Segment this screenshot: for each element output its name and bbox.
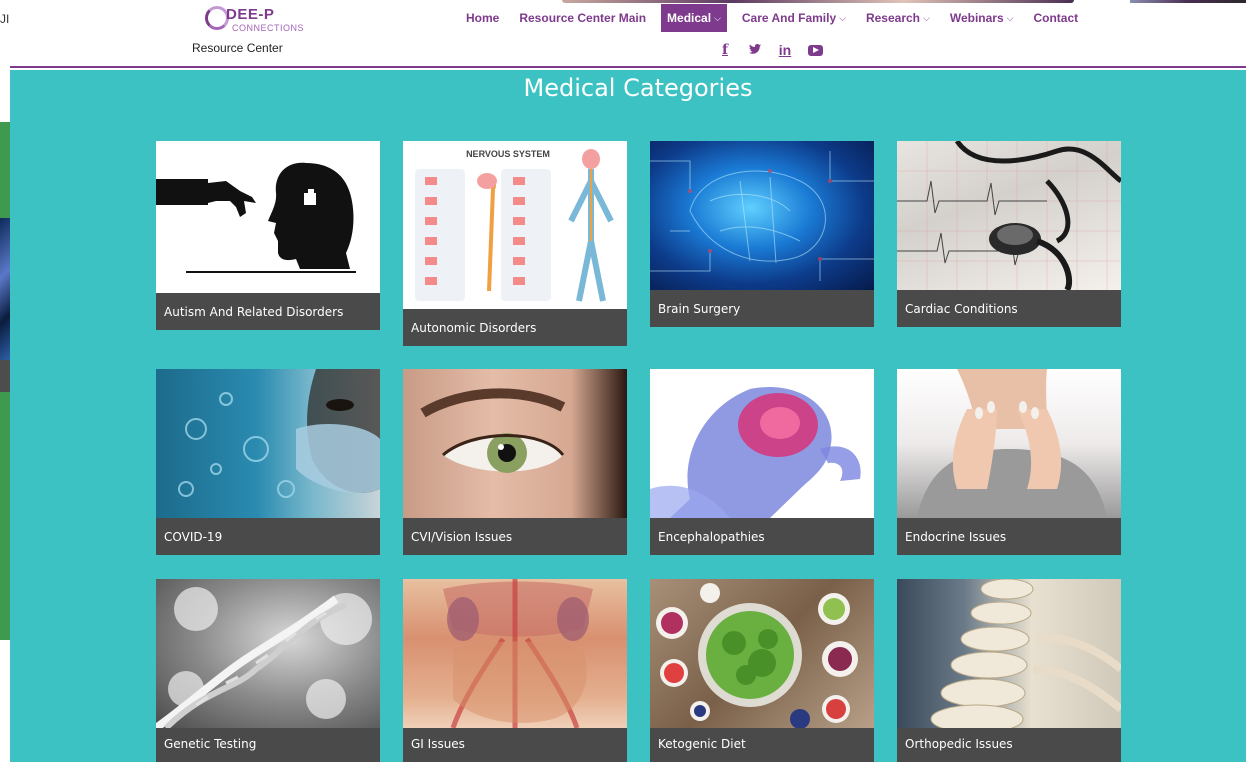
nav-webinars[interactable]: Webinars ⌵ xyxy=(940,4,1024,32)
category-card-ketogenic-diet[interactable]: Ketogenic Diet xyxy=(650,579,874,762)
category-label: Autonomic Disorders xyxy=(411,321,537,335)
nav-care-and-family-label: Care And Family xyxy=(741,11,837,25)
linkedin-icon[interactable]: in xyxy=(770,42,800,58)
category-image xyxy=(403,579,627,729)
category-image: NERVOUS SYSTEM xyxy=(403,141,627,309)
twitter-icon[interactable] xyxy=(740,43,770,57)
category-card-autism[interactable]: Autism And Related Disorders xyxy=(156,141,380,330)
header-banner-image-fragment xyxy=(562,0,1074,3)
chevron-down-icon: ⌵ xyxy=(1006,12,1014,23)
category-image xyxy=(650,369,874,518)
category-label: COVID-19 xyxy=(164,530,223,544)
category-card-endocrine[interactable]: Endocrine Issues xyxy=(897,369,1121,555)
category-image xyxy=(650,579,874,729)
nav-contact[interactable]: Contact xyxy=(1023,4,1088,32)
category-image xyxy=(650,141,874,290)
background-green-block xyxy=(0,122,10,218)
background-image-fragment xyxy=(0,218,10,360)
nav-contact-label: Contact xyxy=(1033,11,1079,25)
category-image xyxy=(403,369,627,518)
category-label: Orthopedic Issues xyxy=(905,737,1013,751)
main-nav: Home Resource Center Main Medical ⌵ Care … xyxy=(456,4,1088,32)
category-label: Brain Surgery xyxy=(658,302,741,316)
category-image xyxy=(156,579,380,732)
site-logo[interactable]: DEE-P CONNECTIONS Resource Center xyxy=(192,2,305,56)
category-label: Genetic Testing xyxy=(164,737,257,751)
category-card-cardiac[interactable]: Cardiac Conditions xyxy=(897,141,1121,327)
nav-resource-center-main[interactable]: Resource Center Main xyxy=(509,4,656,32)
category-card-genetic-testing[interactable]: Genetic Testing xyxy=(156,579,380,762)
category-card-gi-issues[interactable]: GI Issues xyxy=(403,579,627,762)
logo-subtitle: Resource Center xyxy=(192,41,283,55)
category-card-covid[interactable]: COVID-19 xyxy=(156,369,380,555)
nervous-system-caption: NERVOUS SYSTEM xyxy=(466,149,550,159)
category-card-orthopedic[interactable]: Orthopedic Issues xyxy=(897,579,1121,762)
logo-brand-subtext: CONNECTIONS xyxy=(232,23,305,33)
medical-categories-section: Medical Categories Autism And Related Di… xyxy=(10,70,1246,762)
nav-research-label: Research xyxy=(865,11,921,25)
category-label: GI Issues xyxy=(411,737,465,751)
site-header: DEE-P CONNECTIONS Resource Center Home R… xyxy=(10,0,1246,68)
nav-care-and-family[interactable]: Care And Family ⌵ xyxy=(732,4,856,32)
header-banner-image-fragment-right xyxy=(1130,0,1246,3)
category-card-cvi-vision[interactable]: CVI/Vision Issues xyxy=(403,369,627,555)
category-label: Cardiac Conditions xyxy=(905,302,1018,316)
background-green-block-lower xyxy=(0,392,10,640)
background-text-fragment: JI xyxy=(0,12,10,26)
youtube-icon[interactable] xyxy=(800,44,830,56)
category-card-encephalopathies[interactable]: Encephalopathies xyxy=(650,369,874,555)
category-image xyxy=(156,369,380,518)
category-label: Ketogenic Diet xyxy=(658,737,746,751)
category-card-autonomic[interactable]: NERVOUS SYSTEM Autonomic Disorders xyxy=(403,141,627,346)
nav-home[interactable]: Home xyxy=(456,4,509,32)
facebook-icon[interactable]: f xyxy=(710,42,740,58)
category-label: Autism And Related Disorders xyxy=(164,305,344,319)
nav-medical[interactable]: Medical ⌵ xyxy=(661,4,727,32)
chevron-down-icon: ⌵ xyxy=(923,12,930,23)
category-image xyxy=(156,141,380,293)
background-page-strip: JI xyxy=(0,0,10,762)
social-links: f in xyxy=(710,42,830,58)
category-image xyxy=(897,579,1121,734)
category-label: Endocrine Issues xyxy=(905,530,1007,544)
logo-brand-text: DEE-P xyxy=(226,6,275,23)
nav-webinars-label: Webinars xyxy=(949,11,1004,25)
nav-medical-label: Medical xyxy=(667,11,712,25)
nav-home-label: Home xyxy=(466,11,500,25)
category-label: CVI/Vision Issues xyxy=(411,530,513,544)
category-label: Encephalopathies xyxy=(658,530,765,544)
chevron-down-icon: ⌵ xyxy=(714,12,721,23)
background-gray-block xyxy=(0,360,10,392)
category-card-brain-surgery[interactable]: Brain Surgery xyxy=(650,141,874,327)
page-title: Medical Categories xyxy=(523,74,753,102)
category-image xyxy=(897,141,1121,292)
nav-research[interactable]: Research ⌵ xyxy=(856,4,940,32)
chevron-down-icon: ⌵ xyxy=(839,12,846,23)
nav-resource-center-main-label: Resource Center Main xyxy=(519,11,647,25)
category-image xyxy=(897,369,1121,518)
